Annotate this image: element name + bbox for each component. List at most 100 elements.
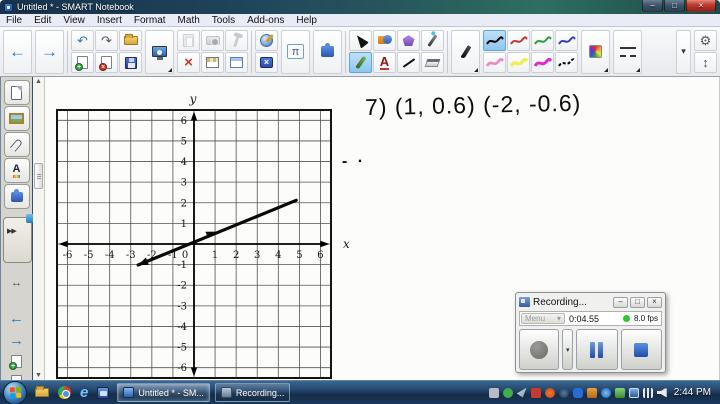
save-button[interactable] (119, 52, 142, 73)
recording-title-bar[interactable]: Recording... – □ × (519, 295, 662, 309)
gallery-tab[interactable] (3, 106, 30, 131)
tray-mail-icon[interactable] (530, 387, 541, 398)
menu-addons[interactable]: Add-ons (241, 14, 290, 27)
properties-tab[interactable]: A (3, 158, 30, 183)
tray-update-icon[interactable] (544, 387, 555, 398)
mini-back-button[interactable]: ← (9, 311, 24, 326)
start-button[interactable] (3, 380, 27, 404)
line-tool-button[interactable] (397, 52, 420, 73)
menu-insert[interactable]: Insert (91, 14, 128, 27)
regular-polygons-button[interactable] (397, 30, 420, 51)
restore-button[interactable]: □ (664, 0, 685, 12)
recording-window[interactable]: Recording... – □ × Menu ▾ 0:04.55 8.0 fp… (515, 292, 666, 373)
pen-style-black-button[interactable] (483, 30, 506, 51)
taskbar-clock[interactable]: 2:44 PM (674, 387, 711, 398)
attachments-tab[interactable] (3, 132, 30, 157)
taskbar-button-notebook[interactable]: Untitled * - SM... (117, 383, 210, 402)
pinned-app-icon[interactable] (97, 386, 110, 399)
recording-menu-dropdown[interactable]: Menu ▾ (521, 313, 565, 324)
pen-style-pink-button[interactable] (483, 52, 506, 73)
sidebar-resize-handle[interactable]: ↔ (1, 277, 32, 289)
notebook-page-canvas[interactable]: x y -6 -5 -4 -3 -2 -1 0 1 2 3 4 5 6 -6 -5 -4 -3 -2 -1 1 2 3 4 5 6 … (45, 77, 720, 380)
insert-table-button[interactable] (225, 52, 248, 73)
eraser-button[interactable] (421, 52, 444, 73)
menu-help[interactable]: Help (290, 14, 323, 27)
pen-type-button[interactable] (451, 29, 480, 74)
pen-style-green-button[interactable] (531, 30, 554, 51)
tray-sync-icon[interactable] (502, 387, 513, 398)
menu-view[interactable]: View (57, 14, 91, 27)
addons-button[interactable] (313, 29, 342, 74)
tray-send-icon[interactable] (516, 387, 527, 398)
tray-volume-icon[interactable] (656, 387, 667, 398)
delete-button[interactable]: × (177, 52, 200, 73)
close-button[interactable]: × (686, 0, 716, 12)
magic-pen-button[interactable] (421, 30, 444, 51)
tray-battery-icon[interactable] (614, 387, 625, 398)
previous-page-button[interactable]: ← (3, 29, 32, 74)
tray-printer-icon[interactable] (488, 387, 499, 398)
pen-style-magenta-button[interactable] (531, 52, 554, 73)
tray-search-icon[interactable] (558, 387, 569, 398)
screen-shade-button[interactable] (201, 52, 224, 73)
mini-forward-button[interactable]: → (9, 333, 24, 348)
toolbox-button[interactable]: × (255, 52, 278, 73)
menu-math[interactable]: Math (172, 14, 206, 27)
select-tool-button[interactable] (349, 30, 372, 51)
tray-display-icon[interactable] (628, 387, 639, 398)
scroll-up-icon[interactable]: ▲ (35, 78, 42, 85)
page-sorter-tab[interactable] (3, 80, 30, 105)
pens-tool-button[interactable] (349, 52, 372, 73)
explorer-folder-icon[interactable] (35, 386, 49, 397)
tray-media-icon[interactable] (600, 387, 611, 398)
pen-style-red-button[interactable] (507, 30, 530, 51)
taskbar-button-recording[interactable]: Recording... (214, 383, 291, 402)
tray-bluetooth-icon[interactable] (572, 387, 583, 398)
smart-tools-button[interactable] (255, 30, 278, 51)
scrollbar-thumb[interactable] (34, 163, 43, 189)
scroll-down-icon[interactable]: ▼ (35, 372, 42, 379)
pen-style-blue-button[interactable] (555, 30, 578, 51)
move-toolbar-button[interactable]: ↕ (694, 51, 717, 73)
pause-button[interactable] (576, 329, 618, 370)
menu-edit[interactable]: Edit (28, 14, 57, 27)
paste-button[interactable] (177, 30, 200, 51)
document-camera-button[interactable] (225, 30, 248, 51)
line-properties-button[interactable] (613, 29, 642, 74)
pen-style-dashed-button[interactable] (555, 52, 578, 73)
capture-camera-button[interactable] (201, 30, 224, 51)
toolbar-settings-button[interactable]: ⚙ (694, 29, 717, 51)
open-file-button[interactable] (119, 30, 142, 51)
internet-explorer-icon[interactable]: e (80, 385, 88, 400)
chrome-icon[interactable] (58, 386, 71, 399)
addons-tab[interactable] (3, 184, 30, 209)
add-page-button[interactable]: + (71, 52, 94, 73)
undo-button[interactable]: ↶ (71, 30, 94, 51)
tray-flag-icon[interactable] (586, 387, 597, 398)
delete-page-button[interactable]: × (95, 52, 118, 73)
screen-capture-button[interactable] (145, 29, 174, 74)
record-options-button[interactable]: ▾ (562, 329, 574, 370)
recording-minimize-button[interactable]: – (613, 296, 628, 308)
recording-close-button[interactable]: × (647, 296, 662, 308)
menu-format[interactable]: Format (128, 14, 172, 27)
shapes-tool-button[interactable] (373, 30, 396, 51)
plus-badge-icon: + (75, 63, 83, 71)
menu-tools[interactable]: Tools (206, 14, 241, 27)
pen-style-yellow-button[interactable] (507, 52, 530, 73)
recording-maximize-button[interactable]: □ (630, 296, 645, 308)
menu-file[interactable]: File (0, 14, 28, 27)
mini-add-page-button[interactable]: + (9, 355, 22, 370)
stop-button[interactable] (620, 329, 662, 370)
toolbar-overflow-button[interactable]: ▾ (676, 29, 691, 74)
floating-toolbar-handle[interactable]: ▶▶ (3, 214, 35, 263)
next-page-button[interactable]: → (35, 29, 64, 74)
record-button[interactable] (519, 329, 560, 370)
math-tools-button[interactable]: π (281, 29, 310, 74)
redo-button[interactable]: ↷ (95, 30, 118, 51)
tray-network-bars-icon[interactable] (642, 387, 653, 398)
color-picker-button[interactable] (581, 29, 610, 74)
vertical-scrollbar[interactable]: ▲ ▼ (33, 77, 45, 380)
text-tool-button[interactable]: A (373, 52, 396, 73)
minimize-button[interactable]: – (642, 0, 663, 12)
